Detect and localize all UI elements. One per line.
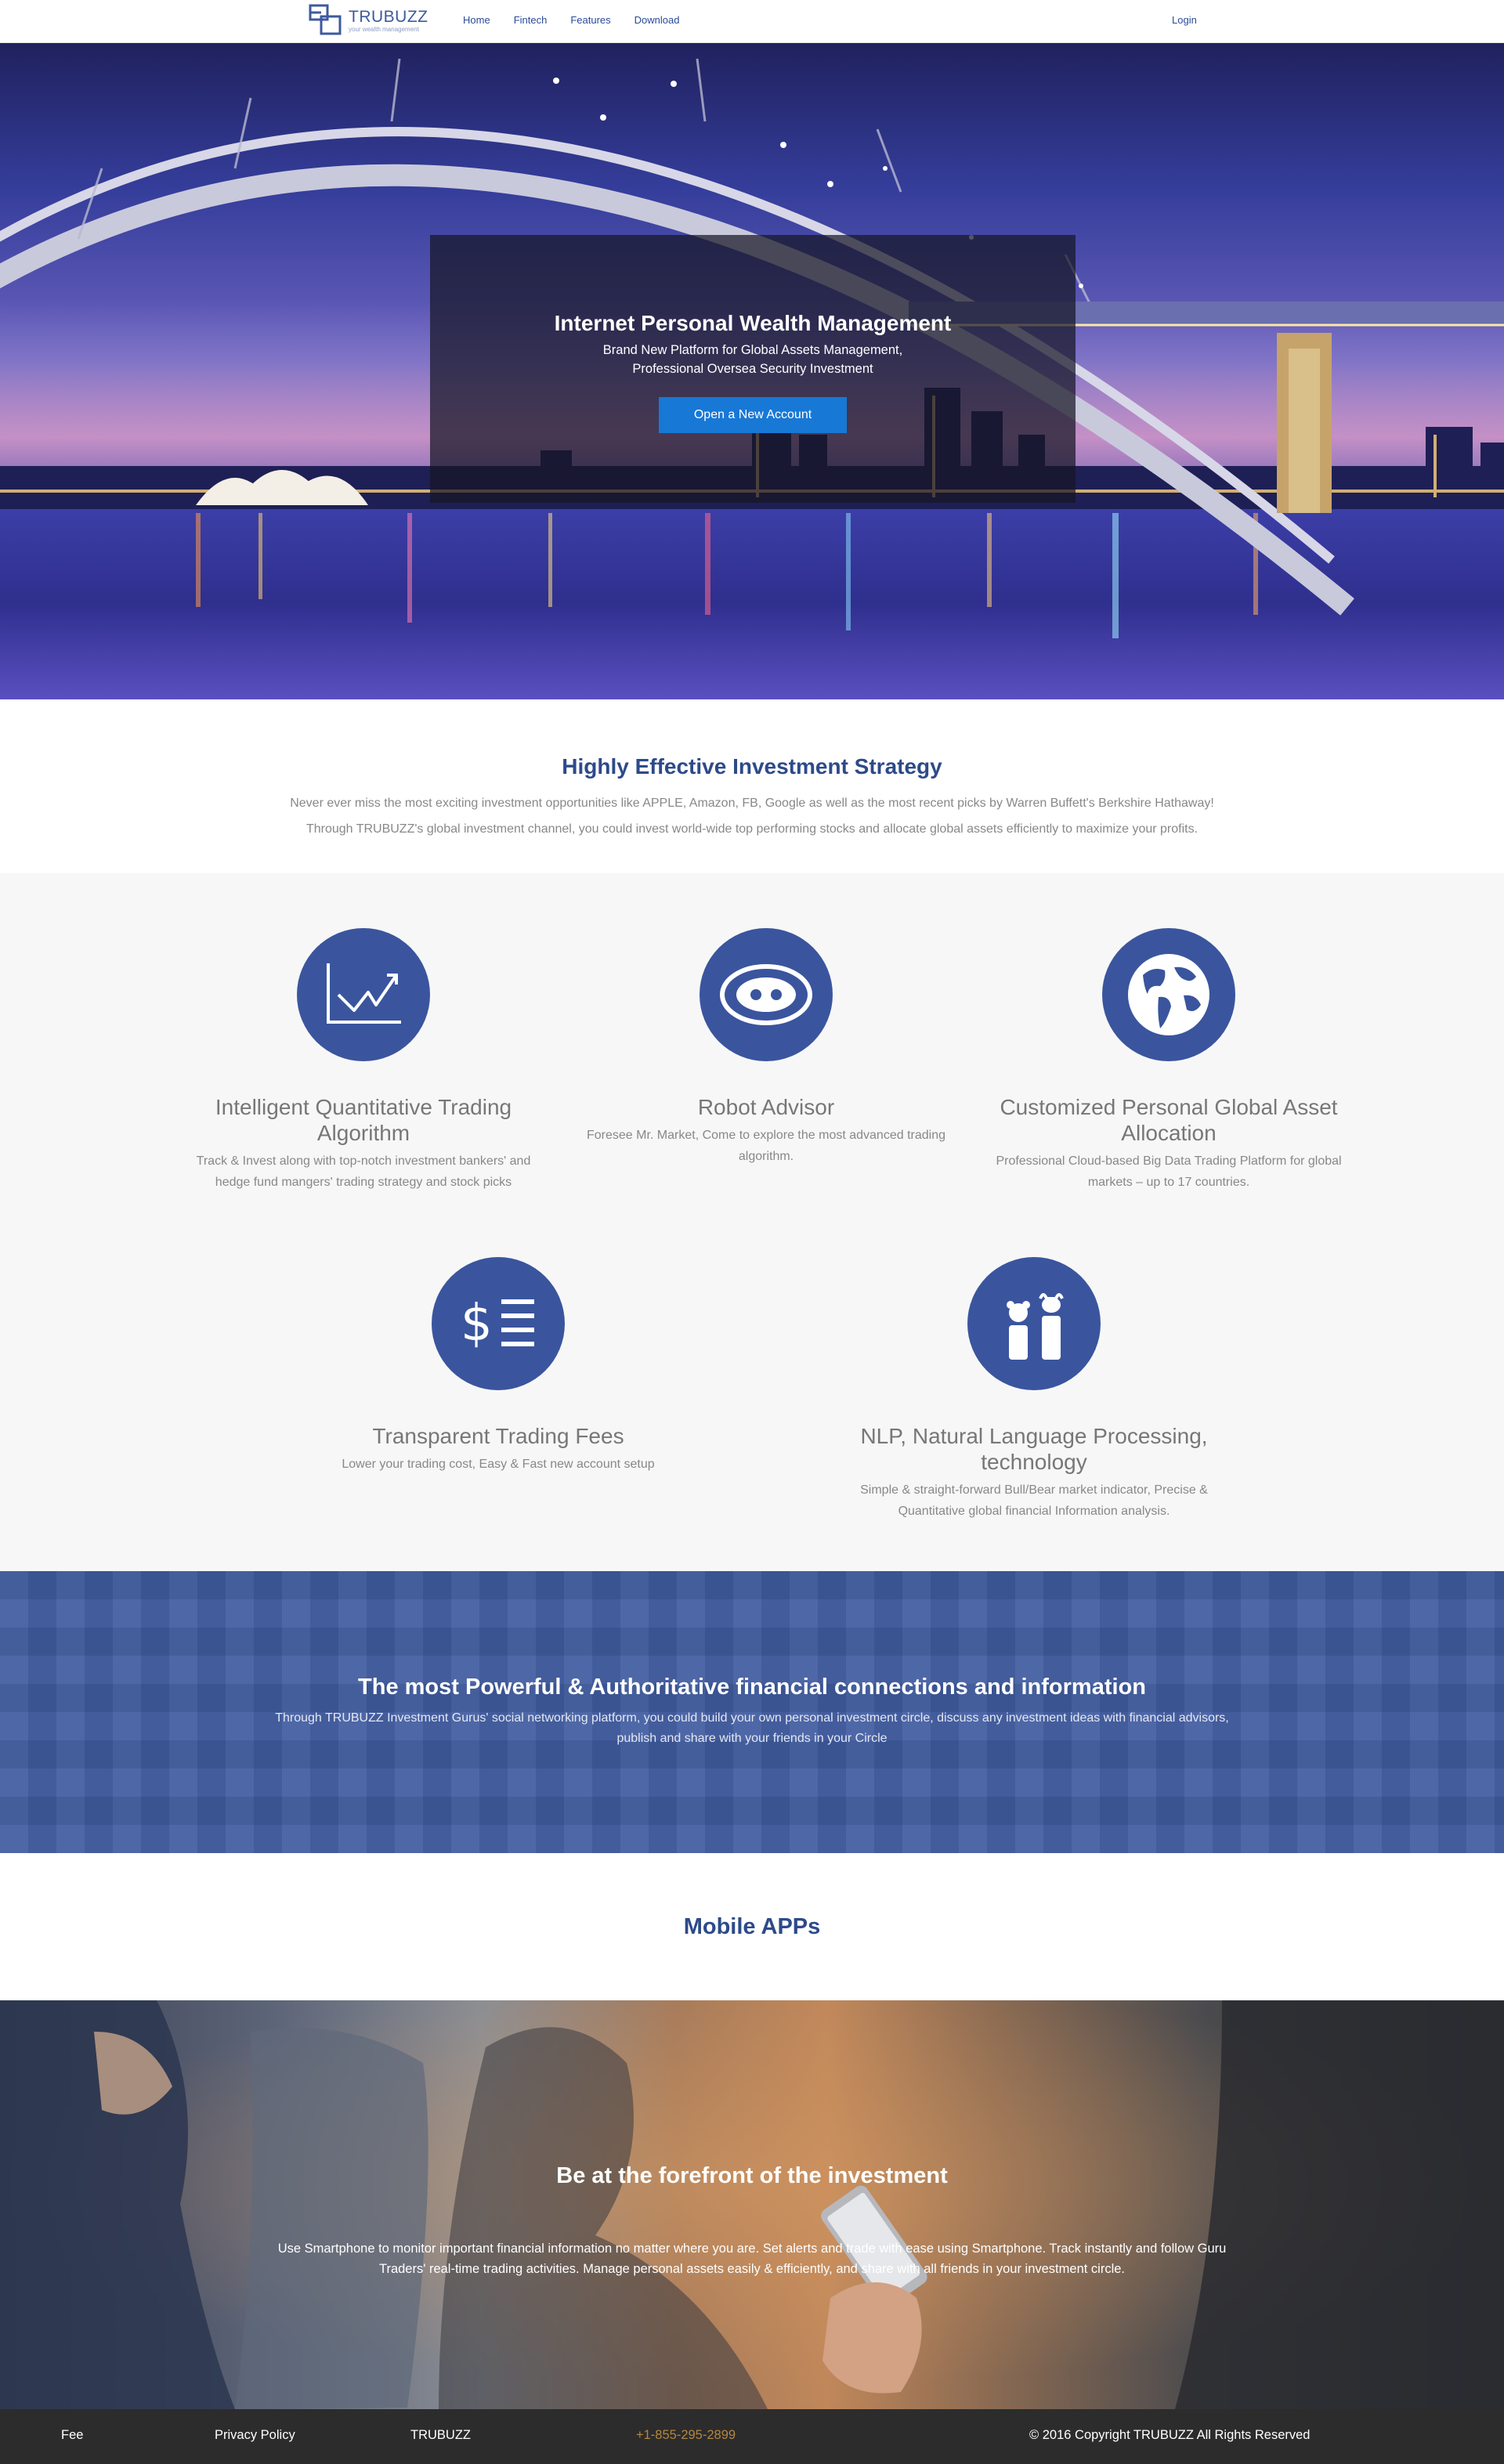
forefront-title: Be at the forefront of the investment — [556, 2163, 948, 2188]
footer-phone[interactable]: +1-855-295-2899 — [636, 2428, 736, 2443]
forefront-section: Be at the forefront of the investment Us… — [0, 2000, 1504, 2409]
footer: Fee Privacy Policy TRUBUZZ +1-855-295-28… — [0, 2409, 1504, 2464]
feature-title: Robot Advisor — [697, 1095, 835, 1119]
nav-link-download[interactable]: Download — [634, 14, 680, 26]
footer-fee-link[interactable]: Fee — [61, 2428, 83, 2443]
social-text: Through TRUBUZZ Investment Gurus' social… — [0, 1708, 1504, 1749]
feature-card-global: Customized Personal Global Asset Allocat… — [973, 928, 1365, 1193]
logo[interactable]: TRUBUZZ your wealth management — [308, 2, 428, 40]
feature-card-nlp: NLP, Natural Language Processing, techno… — [838, 1257, 1230, 1522]
footer-privacy-link[interactable]: Privacy Policy — [215, 2428, 295, 2443]
logo-mark-icon — [309, 4, 342, 35]
feature-card-robot: Robot Advisor Foresee Mr. Market, Come t… — [570, 928, 962, 1167]
globe-icon — [1102, 928, 1235, 1061]
strategy-title: Highly Effective Investment Strategy — [562, 754, 942, 779]
social-text-line1: Through TRUBUZZ Investment Gurus' social… — [275, 1711, 1229, 1725]
logo-tagline: your wealth management — [349, 26, 419, 33]
feature-desc: Foresee Mr. Market, Come to explore the … — [587, 1129, 945, 1163]
logo-name: TRUBUZZ — [349, 8, 428, 26]
feature-desc: Track & Invest along with top-notch inve… — [196, 1154, 531, 1189]
mobile-apps-title: Mobile APPs — [683, 1914, 821, 1939]
feature-desc: Professional Cloud-based Big Data Tradin… — [996, 1154, 1342, 1189]
feature-title: Customized Personal Global Asset Allocat… — [1000, 1095, 1338, 1145]
nav-links: Home Fintech Features Download — [463, 14, 703, 26]
feature-title: Transparent Trading Fees — [372, 1424, 624, 1448]
social-title: The most Powerful & Authoritative financ… — [358, 1675, 1146, 1700]
hero-section: Internet Personal Wealth Management Bran… — [0, 43, 1504, 699]
forefront-text-line1: Use Smartphone to monitor important fina… — [277, 2242, 1227, 2256]
footer-copyright: © 2016 Copyright TRUBUZZ All Rights Rese… — [1029, 2428, 1311, 2442]
footer-brand-link[interactable]: TRUBUZZ — [410, 2428, 471, 2443]
feature-desc: Simple & straight-forward Bull/Bear mark… — [860, 1483, 1208, 1518]
svg-text:$: $ — [461, 1295, 493, 1353]
login-link[interactable]: Login — [1172, 14, 1197, 26]
forefront-text: Use Smartphone to monitor important fina… — [0, 2238, 1504, 2279]
hero-subtitle-line2: Professional Oversea Security Investment — [632, 362, 873, 376]
feature-title: Intelligent Quantitative Trading Algorit… — [215, 1095, 512, 1145]
open-account-button[interactable]: Open a New Account — [659, 397, 847, 433]
nav-link-home[interactable]: Home — [463, 14, 490, 26]
dollar-list-icon: $ — [432, 1257, 565, 1390]
strategy-text: Never ever miss the most exciting invest… — [0, 790, 1504, 842]
strategy-text-line2: Through TRUBUZZ's global investment chan… — [306, 822, 1198, 836]
social-text-line2: publish and share with your friends in y… — [616, 1732, 888, 1745]
hero-subtitle: Brand New Platform for Global Assets Man… — [430, 341, 1076, 378]
feature-title: NLP, Natural Language Processing, techno… — [860, 1424, 1208, 1474]
features-section: Intelligent Quantitative Trading Algorit… — [0, 873, 1504, 1571]
mobile-apps-section: Mobile APPs — [0, 1853, 1504, 2000]
forefront-text-line2: Traders' real-time trading activities. M… — [378, 2262, 1125, 2276]
social-banner: The most Powerful & Authoritative financ… — [0, 1571, 1504, 1853]
bull-bear-icon — [967, 1257, 1101, 1390]
chart-line-icon — [297, 928, 430, 1061]
nav-link-fintech[interactable]: Fintech — [514, 14, 548, 26]
hero-overlay: Internet Personal Wealth Management Bran… — [430, 235, 1076, 503]
people-with-phone-image — [0, 2000, 1504, 2409]
feature-card-fees: $ Transparent Trading Fees Lower your tr… — [302, 1257, 694, 1475]
top-nav: TRUBUZZ your wealth management Home Fint… — [0, 0, 1504, 43]
feature-desc: Lower your trading cost, Easy & Fast new… — [342, 1458, 655, 1471]
feature-card-quant: Intelligent Quantitative Trading Algorit… — [168, 928, 559, 1193]
hero-subtitle-line1: Brand New Platform for Global Assets Man… — [602, 343, 903, 357]
robot-face-icon — [700, 928, 833, 1061]
strategy-section: Highly Effective Investment Strategy Nev… — [0, 699, 1504, 873]
hero-title: Internet Personal Wealth Management — [554, 311, 952, 335]
nav-link-features[interactable]: Features — [570, 14, 610, 26]
strategy-text-line1: Never ever miss the most exciting invest… — [290, 797, 1214, 810]
